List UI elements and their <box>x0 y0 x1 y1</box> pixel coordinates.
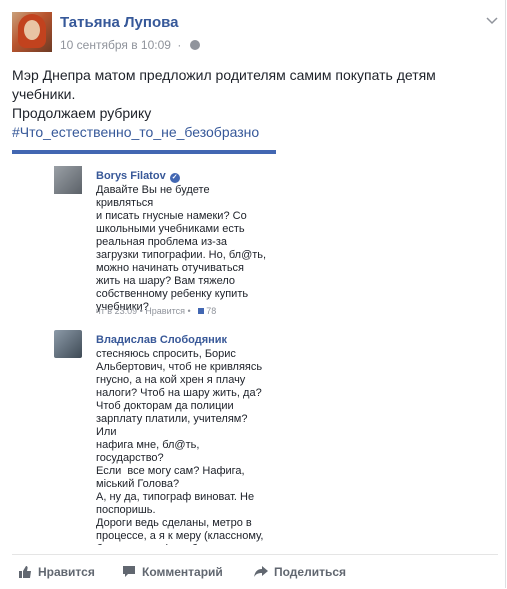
comment-line: загрузки типографии. Но, бл@ть, <box>96 249 267 261</box>
comment-line: школьными учебниками есть <box>96 223 245 235</box>
commenter-avatar <box>54 166 82 194</box>
comment-line: и писать гнусные намеки? Со <box>96 210 247 222</box>
comment-author: Владислав Слободяник <box>96 334 228 346</box>
comment-like-count: 78 <box>206 306 217 316</box>
hashtag-link[interactable]: #Что_естественно_то_не_безобразно <box>12 123 492 142</box>
share-icon <box>254 566 268 577</box>
comment-author: Borys Filatov ✓ <box>96 170 180 183</box>
comment-line: можно начинать отучиваться <box>96 262 245 274</box>
thumbs-up-icon <box>19 566 31 578</box>
comment-line: Чтоб докторам да полиции <box>96 400 234 412</box>
like-button[interactable]: Нравится <box>18 565 95 579</box>
chevron-down-icon[interactable] <box>485 16 499 26</box>
comment-line: реальная проблема из-за <box>96 236 227 248</box>
share-label: Поделиться <box>274 565 347 579</box>
comment-line: собственному ребенку купить <box>96 288 249 300</box>
like-icon <box>198 308 205 314</box>
comment-line: без сомнения) доебался со <box>96 543 268 545</box>
comment-line: зарплату платили, учителям? Или <box>96 413 251 438</box>
attached-screenshot[interactable]: Borys Filatov ✓ Давайте Вы не будете крив… <box>12 150 276 545</box>
comment-time: чт в 23:09 <box>96 306 138 316</box>
verified-icon: ✓ <box>169 173 180 183</box>
comment-line: налоги? Чтоб на шару жить, да? <box>96 387 262 399</box>
comment-text: Давайте Вы не будете кривляться и писать … <box>96 184 268 314</box>
comment-icon <box>123 566 135 577</box>
comment-line: нафига мне, бл@ть, государство? <box>96 439 203 464</box>
comment-line: стесняюсь спросить, Борис <box>96 348 236 360</box>
author-avatar[interactable] <box>12 12 52 52</box>
author-name[interactable]: Татьяна Лупова <box>60 14 178 31</box>
comment-button[interactable]: Комментарий <box>122 565 223 579</box>
like-label: Нравится <box>38 565 95 579</box>
post-text: Мэр Днепра матом предложил родителям сам… <box>12 66 492 142</box>
post-card: Татьяна Лупова 10 сентября в 10:09 · Мэр… <box>0 0 506 588</box>
comment-like-label: Нравится <box>145 306 186 316</box>
post-text-line: Продолжаем рубрику <box>12 105 152 121</box>
comment-line: Альбертович, чтоб не кривляясь <box>96 361 263 373</box>
comment-line: поспоришь. <box>96 504 156 516</box>
post-text-line: учебники. <box>12 86 76 102</box>
comment-text: стесняюсь спросить, Борис Альбертович, чт… <box>96 348 268 545</box>
comment-line: А, ну да, типограф виноват. Не <box>96 491 255 503</box>
commenter-avatar <box>54 330 82 358</box>
comment-line: гнусно, а на кой хрен я плачу <box>96 374 246 386</box>
comment-line: Если все могу сам? Нафига, <box>96 465 245 477</box>
comment-line: Давайте Вы не будете кривляться <box>96 184 213 209</box>
comment-label: Комментарий <box>142 565 223 579</box>
comment-line: Дороги ведь сделаны, метро в <box>96 517 252 529</box>
globe-icon[interactable] <box>189 40 200 50</box>
share-button[interactable]: Поделиться <box>254 565 346 579</box>
post-meta: 10 сентября в 10:09 · <box>60 38 200 52</box>
post-actions: Нравится Комментарий Поделиться <box>12 554 498 589</box>
comment-line: міський Голова? <box>96 478 180 490</box>
comment-meta: чт в 23:09 • Нравится • 78 <box>96 306 217 316</box>
comment-line: процессе, а я к меру (классному, <box>96 530 264 542</box>
post-date[interactable]: 10 сентября в 10:09 <box>60 38 171 52</box>
comment-line: жить на шару? Вам тяжело <box>96 275 236 287</box>
meta-separator: · <box>177 38 182 52</box>
post-text-line: Мэр Днепра матом предложил родителям сам… <box>12 67 436 83</box>
